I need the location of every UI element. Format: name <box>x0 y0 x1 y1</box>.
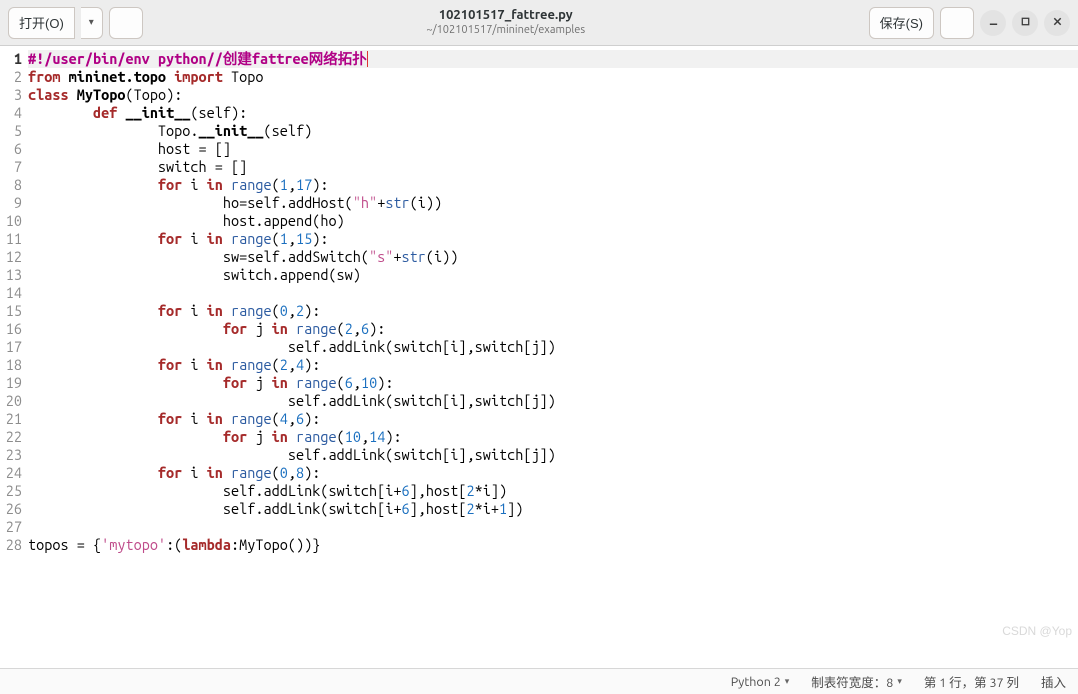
language-label: Python 2 <box>731 675 781 689</box>
line-number: 18 <box>0 356 22 374</box>
maximize-button[interactable] <box>1012 10 1038 36</box>
code-line[interactable]: for j in range(6,10): <box>28 374 1078 392</box>
line-number: 13 <box>0 266 22 284</box>
save-button[interactable]: 保存(S) <box>869 7 934 39</box>
language-selector[interactable]: Python 2 ▾ <box>731 675 790 689</box>
line-number: 6 <box>0 140 22 158</box>
code-line[interactable]: self.addLink(switch[i],switch[j]) <box>28 446 1078 464</box>
code-line[interactable]: self.addLink(switch[i],switch[j]) <box>28 392 1078 410</box>
header-bar: 打开(O) ▾ 102101517_fattree.py ~/102101517… <box>0 0 1078 46</box>
code-line[interactable]: self.addLink(switch[i],switch[j]) <box>28 338 1078 356</box>
code-line[interactable]: for i in range(0,8): <box>28 464 1078 482</box>
code-line[interactable]: ho=self.addHost("h"+str(i)) <box>28 194 1078 212</box>
line-number: 16 <box>0 320 22 338</box>
code-line[interactable]: switch = [] <box>28 158 1078 176</box>
title-area: 102101517_fattree.py ~/102101517/mininet… <box>149 8 863 37</box>
code-line[interactable]: host.append(ho) <box>28 212 1078 230</box>
line-number: 27 <box>0 518 22 536</box>
text-cursor <box>367 51 368 67</box>
tab-width-selector[interactable]: 制表符宽度：8 ▾ <box>811 672 902 691</box>
minimize-icon <box>988 15 999 30</box>
line-number: 26 <box>0 500 22 518</box>
code-line[interactable]: from mininet.topo import Topo <box>28 68 1078 86</box>
insert-mode[interactable]: 插入 <box>1041 672 1066 691</box>
line-number-gutter: 1234567891011121314151617181920212223242… <box>0 46 26 668</box>
line-number: 7 <box>0 158 22 176</box>
chevron-down-icon: ▾ <box>897 676 902 687</box>
line-number: 3 <box>0 86 22 104</box>
line-number: 21 <box>0 410 22 428</box>
code-content[interactable]: #!/user/bin/env python//创建fattree网络拓扑fro… <box>26 46 1078 668</box>
line-number: 11 <box>0 230 22 248</box>
file-path: ~/102101517/mininet/examples <box>149 24 863 37</box>
line-number: 24 <box>0 464 22 482</box>
new-tab-button[interactable] <box>109 7 143 39</box>
code-line[interactable]: host = [] <box>28 140 1078 158</box>
tab-width-label: 制表符宽度：8 <box>811 672 893 691</box>
hamburger-menu-button[interactable] <box>940 7 974 39</box>
line-number: 5 <box>0 122 22 140</box>
code-line[interactable] <box>28 284 1078 302</box>
code-line[interactable]: for i in range(2,4): <box>28 356 1078 374</box>
code-line[interactable]: for i in range(1,17): <box>28 176 1078 194</box>
line-number: 20 <box>0 392 22 410</box>
code-line[interactable]: for i in range(4,6): <box>28 410 1078 428</box>
line-number: 2 <box>0 68 22 86</box>
line-number: 15 <box>0 302 22 320</box>
code-line[interactable]: self.addLink(switch[i+6],host[2*i]) <box>28 482 1078 500</box>
line-number: 8 <box>0 176 22 194</box>
code-line[interactable] <box>28 518 1078 536</box>
code-line[interactable]: sw=self.addSwitch("s"+str(i)) <box>28 248 1078 266</box>
close-button[interactable] <box>1044 10 1070 36</box>
line-number: 12 <box>0 248 22 266</box>
status-bar: Python 2 ▾ 制表符宽度：8 ▾ 第 1 行，第 37 列 插入 <box>0 668 1078 694</box>
maximize-icon <box>1020 15 1031 30</box>
close-icon <box>1052 15 1063 30</box>
file-title: 102101517_fattree.py <box>149 8 863 24</box>
code-line[interactable]: class MyTopo(Topo): <box>28 86 1078 104</box>
line-number: 22 <box>0 428 22 446</box>
chevron-down-icon: ▾ <box>785 676 790 687</box>
line-number: 1 <box>0 50 22 68</box>
cursor-position: 第 1 行，第 37 列 <box>924 672 1019 691</box>
chevron-down-icon: ▾ <box>89 17 94 28</box>
code-line[interactable]: for i in range(0,2): <box>28 302 1078 320</box>
code-line[interactable]: def __init__(self): <box>28 104 1078 122</box>
code-line[interactable]: topos = {'mytopo':(lambda:MyTopo())} <box>28 536 1078 554</box>
editor-area[interactable]: 1234567891011121314151617181920212223242… <box>0 46 1078 668</box>
line-number: 19 <box>0 374 22 392</box>
code-line[interactable]: #!/user/bin/env python//创建fattree网络拓扑 <box>28 50 1078 68</box>
code-line[interactable]: self.addLink(switch[i+6],host[2*i+1]) <box>28 500 1078 518</box>
code-line[interactable]: Topo.__init__(self) <box>28 122 1078 140</box>
line-number: 25 <box>0 482 22 500</box>
line-number: 4 <box>0 104 22 122</box>
line-number: 17 <box>0 338 22 356</box>
code-line[interactable]: for j in range(2,6): <box>28 320 1078 338</box>
line-number: 14 <box>0 284 22 302</box>
minimize-button[interactable] <box>980 10 1006 36</box>
code-line[interactable]: for j in range(10,14): <box>28 428 1078 446</box>
open-button[interactable]: 打开(O) <box>8 7 75 39</box>
code-line[interactable]: switch.append(sw) <box>28 266 1078 284</box>
open-dropdown-button[interactable]: ▾ <box>81 7 103 39</box>
line-number: 9 <box>0 194 22 212</box>
open-button-label: 打开(O) <box>19 13 64 32</box>
line-number: 28 <box>0 536 22 554</box>
line-number: 23 <box>0 446 22 464</box>
code-line[interactable]: for i in range(1,15): <box>28 230 1078 248</box>
save-button-label: 保存(S) <box>880 13 923 32</box>
line-number: 10 <box>0 212 22 230</box>
